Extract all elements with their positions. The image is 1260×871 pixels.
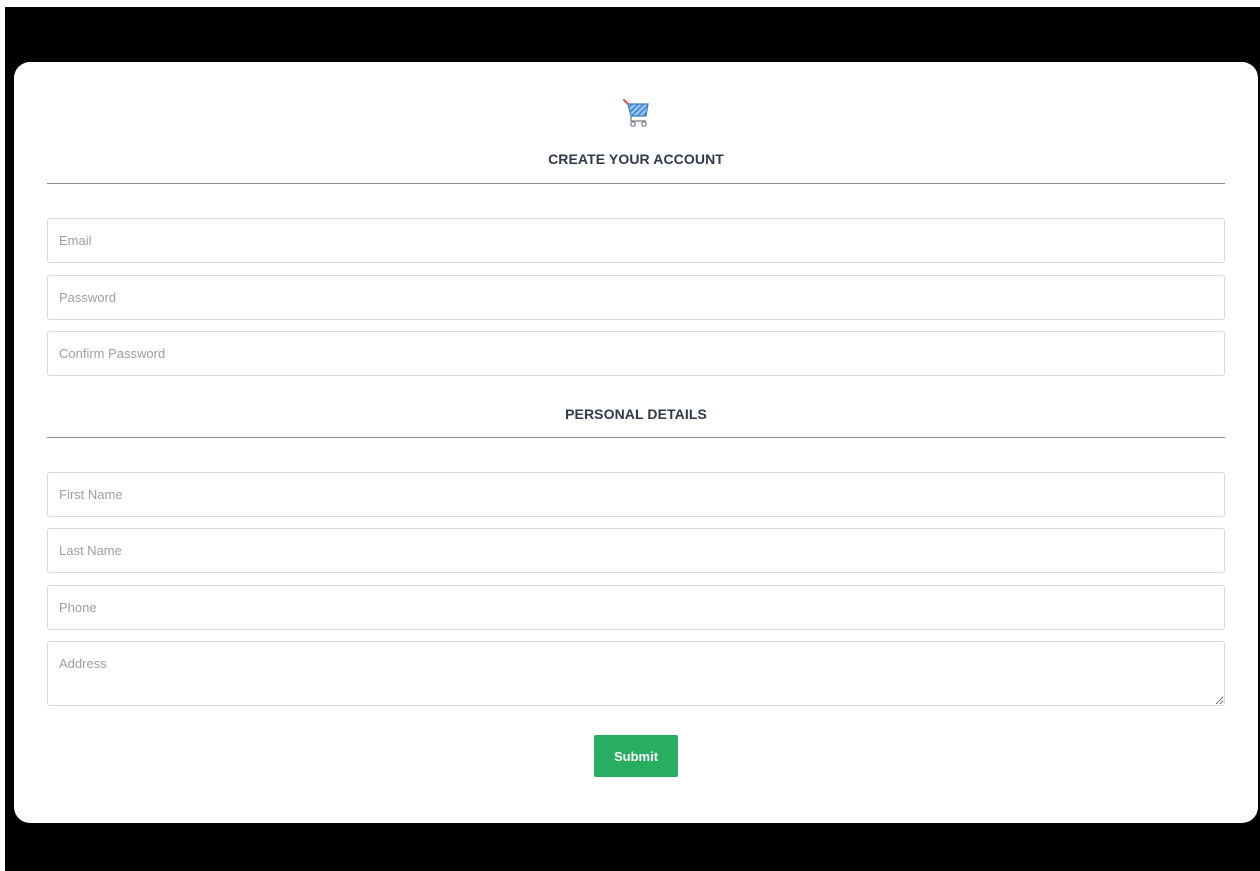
page-background: CREATE YOUR ACCOUNT PERSONAL DETAILS Sub…: [0, 0, 1260, 871]
left-edge: [0, 0, 5, 871]
account-divider: [47, 183, 1225, 184]
email-input[interactable]: [47, 218, 1225, 263]
shopping-cart-icon: [623, 95, 651, 131]
confirm-password-input[interactable]: [47, 331, 1225, 376]
last-name-input[interactable]: [47, 528, 1225, 573]
phone-input[interactable]: [47, 585, 1225, 630]
password-input[interactable]: [47, 275, 1225, 320]
create-account-heading: CREATE YOUR ACCOUNT: [548, 151, 724, 167]
first-name-input[interactable]: [47, 472, 1225, 517]
top-edge: [0, 0, 1260, 7]
signup-form-card: CREATE YOUR ACCOUNT PERSONAL DETAILS Sub…: [14, 62, 1258, 823]
submit-button[interactable]: Submit: [594, 735, 678, 777]
personal-details-heading: PERSONAL DETAILS: [565, 406, 707, 422]
address-textarea[interactable]: [47, 641, 1225, 706]
personal-divider: [47, 437, 1225, 438]
